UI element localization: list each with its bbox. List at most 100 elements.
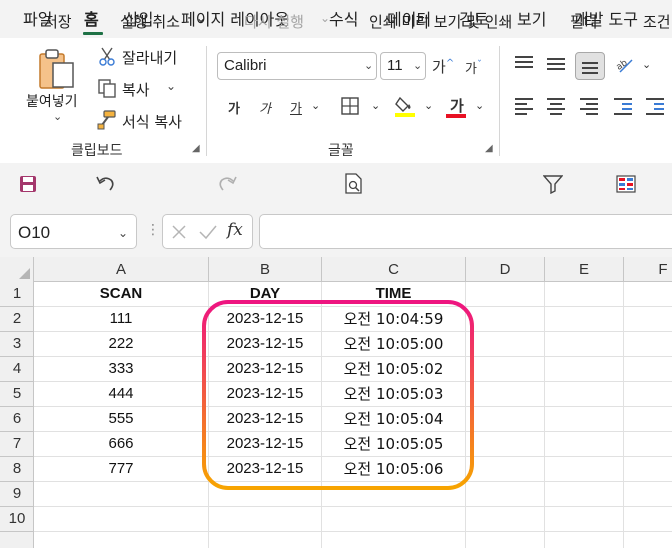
menu-formulas[interactable]: 수식: [329, 6, 358, 30]
menu-view[interactable]: 보기: [517, 6, 546, 30]
cut-button[interactable]: 잘라내기: [122, 47, 177, 68]
chevron-down-icon[interactable]: ⌄: [196, 11, 206, 25]
column-header-f[interactable]: F: [624, 261, 672, 278]
filter-button[interactable]: 필터: [570, 11, 598, 32]
font-name-select[interactable]: Calibri: [217, 52, 377, 80]
italic-button[interactable]: 가: [259, 98, 271, 117]
save-icon[interactable]: [19, 175, 37, 193]
chevron-down-icon[interactable]: ⌄: [475, 99, 484, 112]
dialog-launcher-icon[interactable]: ◢: [192, 143, 200, 154]
format-painter-button[interactable]: 서식 복사: [122, 111, 182, 132]
formula-input[interactable]: [259, 214, 672, 249]
column-header-c[interactable]: C: [322, 261, 465, 278]
increase-font-button[interactable]: 가^: [432, 56, 454, 77]
column-header-d[interactable]: D: [466, 261, 544, 278]
chevron-down-icon[interactable]: ⌄: [166, 79, 176, 93]
paste-button[interactable]: [36, 47, 82, 91]
undo-button[interactable]: 실행 취소: [120, 11, 180, 32]
row-header-8[interactable]: 8: [0, 460, 34, 477]
row-header-10[interactable]: 10: [0, 510, 34, 527]
fill-color-icon[interactable]: [394, 94, 416, 118]
chevron-down-icon[interactable]: ⌄: [364, 59, 373, 72]
undo-icon[interactable]: [95, 174, 115, 192]
bold-button[interactable]: 가: [228, 98, 240, 117]
enter-check-icon[interactable]: [199, 224, 217, 240]
select-all-button[interactable]: [0, 257, 34, 282]
insert-function-button[interactable]: fx: [227, 220, 243, 240]
column-header-e[interactable]: E: [545, 261, 623, 278]
align-left-icon[interactable]: [515, 98, 537, 115]
align-top-icon[interactable]: [515, 56, 537, 72]
row-header-3[interactable]: 3: [0, 335, 34, 352]
redo-button: 다시 실행: [244, 13, 304, 31]
chevron-down-icon[interactable]: ⌄: [371, 99, 380, 112]
name-box-value: O10: [18, 223, 51, 242]
row-header-5[interactable]: 5: [0, 385, 34, 402]
cell-a5[interactable]: 444: [34, 385, 208, 402]
row-divider: [0, 331, 34, 332]
cell-a7[interactable]: 666: [34, 435, 208, 452]
copy-button[interactable]: 복사: [122, 79, 150, 100]
cancel-icon[interactable]: [171, 224, 187, 240]
grid-vline: [623, 282, 624, 548]
chevron-down-icon[interactable]: ⌄: [53, 110, 62, 123]
align-middle-icon[interactable]: [547, 58, 569, 74]
decrease-indent-icon[interactable]: [614, 98, 636, 115]
row-header-1[interactable]: 1: [0, 285, 34, 302]
dialog-launcher-icon[interactable]: ◢: [485, 143, 493, 154]
row-header-9[interactable]: 9: [0, 485, 34, 502]
cell-a8[interactable]: 777: [34, 460, 208, 477]
underline-button[interactable]: 가: [290, 98, 302, 117]
column-header-b[interactable]: B: [209, 261, 321, 278]
scissors-icon[interactable]: [98, 46, 116, 66]
decrease-font-button[interactable]: 가ˇ: [465, 58, 482, 77]
conditional-formatting-icon[interactable]: [616, 174, 636, 194]
copy-icon[interactable]: [97, 78, 117, 98]
row-header-2[interactable]: 2: [0, 310, 34, 327]
row-header-6[interactable]: 6: [0, 410, 34, 427]
chevron-down-icon[interactable]: ⌄: [642, 58, 651, 71]
filter-icon[interactable]: [543, 174, 563, 194]
print-preview-icon[interactable]: [344, 173, 364, 195]
decrease-font-label: 가: [465, 62, 477, 77]
cell-a3[interactable]: 222: [34, 335, 208, 352]
cell-a1[interactable]: SCAN: [34, 285, 208, 302]
orientation-icon[interactable]: ab: [614, 52, 638, 76]
chevron-down-icon[interactable]: ⌄: [424, 99, 433, 112]
row-header-4[interactable]: 4: [0, 360, 34, 377]
conditional-formatting-button[interactable]: 조건: [643, 11, 671, 32]
row-divider: [0, 531, 34, 532]
align-center-icon[interactable]: [547, 98, 569, 115]
column-divider: [623, 257, 624, 282]
increase-indent-icon[interactable]: [646, 98, 668, 115]
formula-buttons: fx: [162, 214, 253, 249]
cell-a6[interactable]: 555: [34, 410, 208, 427]
print-preview-button[interactable]: 인쇄 미리 보기 및 인쇄: [369, 11, 512, 32]
row-divider: [0, 381, 34, 382]
column-divider: [208, 257, 209, 282]
row-divider: [0, 406, 34, 407]
column-header-a[interactable]: A: [34, 261, 208, 278]
row-header-7[interactable]: 7: [0, 435, 34, 452]
align-bottom-icon: [582, 62, 604, 78]
save-button[interactable]: 저장: [44, 11, 72, 32]
cell-a2[interactable]: 111: [34, 310, 208, 327]
chevron-down-icon[interactable]: ⌄: [311, 99, 320, 112]
align-right-icon[interactable]: [580, 98, 602, 115]
chevron-down-icon[interactable]: ⌄: [413, 59, 422, 72]
ribbon-divider: [499, 46, 500, 156]
font-color-button[interactable]: 가: [450, 95, 464, 116]
grid-vline: [544, 282, 545, 548]
chevron-down-icon: ⌄: [320, 11, 331, 25]
format-painter-icon[interactable]: [97, 110, 117, 130]
more-options-icon[interactable]: ⋮: [146, 222, 160, 238]
active-tab-indicator: [83, 32, 103, 35]
name-box[interactable]: O10 ⌄: [10, 214, 137, 249]
borders-icon[interactable]: [340, 96, 360, 116]
menu-home[interactable]: 홈: [84, 6, 99, 30]
paste-icon: [39, 49, 74, 89]
chevron-down-icon[interactable]: ⌄: [118, 226, 128, 240]
cell-a4[interactable]: 333: [34, 360, 208, 377]
row-divider: [0, 456, 34, 457]
column-divider: [321, 257, 322, 282]
